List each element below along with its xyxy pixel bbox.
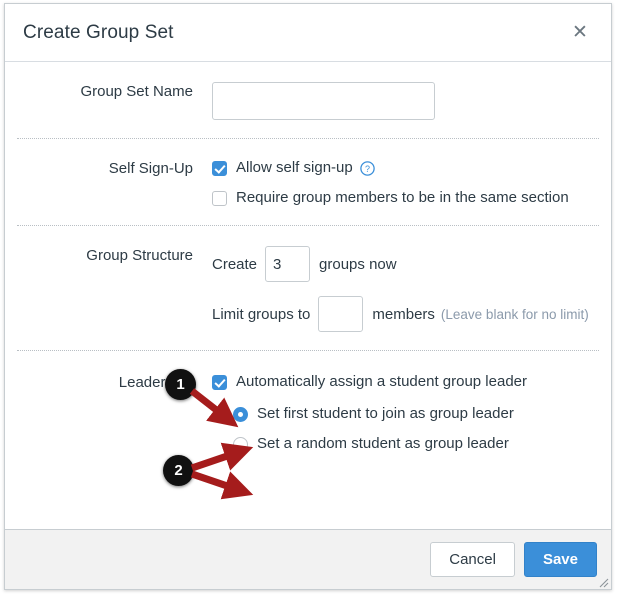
limit-hint-text: (Leave blank for no limit): [440, 306, 589, 322]
first-student-leader-row[interactable]: Set first student to join as group leade…: [233, 405, 599, 423]
groups-count-input[interactable]: [265, 246, 311, 282]
annotation-badge-2: 2: [163, 455, 194, 486]
allow-self-signup-checkbox[interactable]: [212, 160, 227, 176]
require-same-section-row[interactable]: Require group members to be in the same …: [212, 189, 599, 207]
first-student-leader-radio[interactable]: [233, 406, 248, 422]
leader-radio-group: Set first student to join as group leade…: [212, 405, 599, 453]
random-student-leader-radio[interactable]: [233, 436, 248, 452]
dialog-footer: Cancel Save: [5, 529, 611, 589]
section-self-signup: Self Sign-Up Allow self sign-up ? Requir…: [5, 139, 611, 225]
annotation-badge-1: 1: [165, 369, 196, 400]
limit-groups-row: Limit groups to members (Leave blank for…: [212, 296, 599, 332]
self-signup-label: Self Sign-Up: [108, 160, 193, 177]
create-group-set-dialog: Create Group Set ✕ Group Set Name Self S…: [4, 3, 612, 590]
cancel-button[interactable]: Cancel: [430, 542, 515, 577]
dialog-header: Create Group Set ✕: [5, 4, 611, 62]
create-groups-row: Create groups now: [212, 246, 599, 282]
create-prefix-text: Create: [212, 255, 258, 273]
create-suffix-text: groups now: [319, 255, 397, 273]
svg-text:?: ?: [365, 164, 370, 174]
close-icon[interactable]: ✕: [567, 20, 593, 46]
dialog-body: Group Set Name Self Sign-Up Allow self s…: [5, 62, 611, 529]
first-student-leader-label[interactable]: Set first student to join as group leade…: [257, 405, 514, 423]
save-button[interactable]: Save: [523, 542, 597, 577]
random-student-leader-label[interactable]: Set a random student as group leader: [257, 435, 509, 453]
group-set-name-label: Group Set Name: [80, 83, 193, 100]
section-group-structure: Group Structure Create groups now Limit …: [5, 226, 611, 350]
section-leadership: Leadership Automatically assign a studen…: [5, 351, 611, 471]
random-student-leader-row[interactable]: Set a random student as group leader: [233, 435, 599, 453]
resize-grip-icon[interactable]: [597, 575, 609, 588]
require-same-section-checkbox[interactable]: [212, 190, 227, 206]
auto-assign-label[interactable]: Automatically assign a student group lea…: [236, 373, 527, 391]
limit-suffix-text: members: [372, 305, 435, 323]
allow-self-signup-row[interactable]: Allow self sign-up ?: [212, 159, 599, 177]
limit-prefix-text: Limit groups to: [212, 305, 311, 323]
group-structure-label: Group Structure: [86, 247, 193, 264]
auto-assign-checkbox[interactable]: [212, 374, 227, 390]
auto-assign-leader-row[interactable]: Automatically assign a student group lea…: [212, 373, 599, 391]
require-same-section-label[interactable]: Require group members to be in the same …: [236, 189, 569, 207]
help-circle-icon[interactable]: ?: [359, 160, 375, 176]
allow-self-signup-label[interactable]: Allow self sign-up: [236, 159, 353, 177]
section-group-set-name: Group Set Name: [5, 62, 611, 138]
member-limit-input[interactable]: [318, 296, 364, 332]
group-set-name-input[interactable]: [212, 82, 435, 120]
page-title: Create Group Set: [23, 21, 174, 43]
